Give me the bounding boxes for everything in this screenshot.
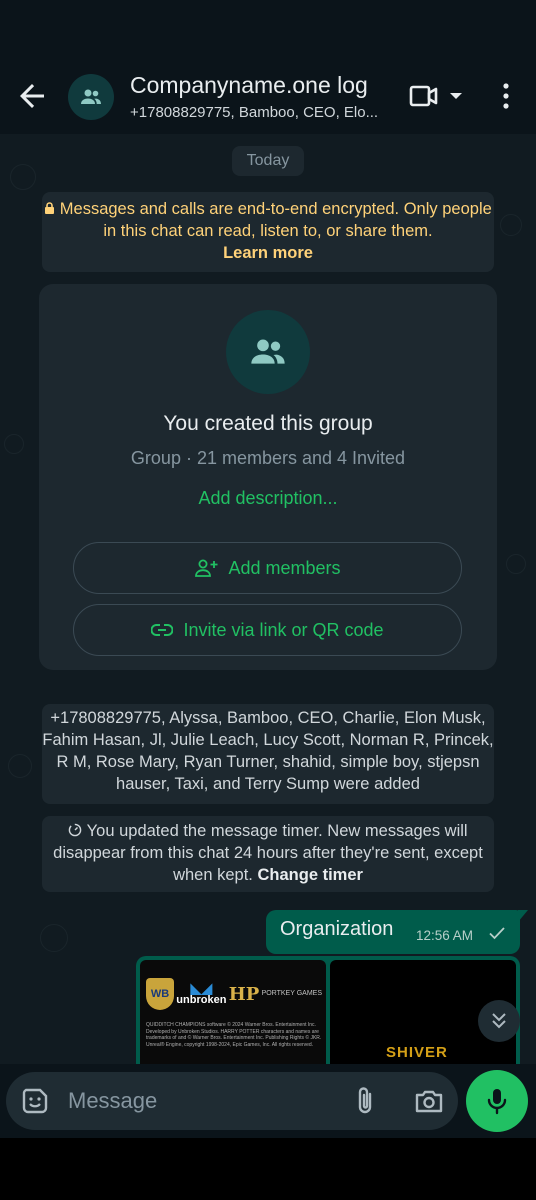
unbroken-logo: ◣◢ unbroken (176, 980, 227, 1006)
paperclip-icon[interactable] (352, 1086, 380, 1116)
message-input[interactable]: Message (68, 1088, 157, 1114)
change-timer-link[interactable]: Change timer (257, 866, 362, 884)
members-added-notice: +17808829775, Alyssa, Bamboo, CEO, Charl… (42, 704, 494, 804)
encryption-notice[interactable]: Messages and calls are end-to-end encryp… (42, 192, 494, 272)
chat-header: Companyname.one log +17808829775, Bamboo… (0, 58, 536, 134)
group-member-count: Group · 21 members and 4 Invited (130, 448, 406, 468)
check-icon (489, 927, 505, 940)
shiver-logo: SHIVER (386, 1044, 448, 1061)
wb-logo: WB (146, 978, 174, 1010)
chat-title[interactable]: Companyname.one log (130, 72, 368, 99)
wallpaper-doodle (500, 214, 522, 236)
legal-fine-print: QUIDDITCH CHAMPIONS software © 2024 Warn… (146, 1022, 322, 1048)
mic-icon (487, 1089, 507, 1115)
wallpaper-doodle (4, 434, 24, 454)
camera-icon[interactable] (414, 1087, 444, 1115)
more-options-button[interactable] (494, 80, 518, 112)
group-avatar-large[interactable] (226, 310, 310, 394)
album-image-credits[interactable]: WB ◣◢ unbroken HP PORTKEY GAMES QUIDDITCH… (140, 960, 326, 1064)
group-created-title: You created this group (163, 412, 373, 435)
learn-more-link[interactable]: Learn more (42, 242, 494, 264)
publisher-logos: WB ◣◢ unbroken HP PORTKEY GAMES (146, 974, 322, 1014)
lock-icon (45, 202, 55, 214)
voice-message-button[interactable] (466, 1070, 528, 1132)
invite-label: Invite via link or QR code (183, 619, 384, 640)
video-call-button[interactable] (408, 80, 464, 112)
chat-area[interactable]: Today Messages and calls are end-to-end … (0, 134, 536, 1064)
date-chip: Today (232, 146, 304, 176)
encryption-text: Messages and calls are end-to-end encryp… (59, 200, 492, 240)
add-person-icon (195, 559, 218, 577)
group-avatar[interactable] (68, 74, 114, 120)
message-text: Organization (280, 918, 394, 940)
add-members-label: Add members (228, 557, 341, 578)
system-navigation-bar (0, 1138, 536, 1200)
scroll-to-bottom-button[interactable] (478, 1000, 520, 1042)
back-button[interactable] (14, 78, 50, 114)
add-description-link[interactable]: Add description... (39, 488, 497, 509)
outgoing-message[interactable]: Organization 12:56 AM (266, 910, 528, 954)
add-members-button[interactable]: Add members (73, 542, 462, 594)
message-timer-notice[interactable]: You updated the message timer. New messa… (42, 816, 494, 892)
message-input-pill[interactable]: Message (6, 1072, 458, 1130)
sticker-icon[interactable] (20, 1086, 50, 1116)
link-icon (151, 624, 174, 636)
more-vertical-icon (503, 83, 509, 109)
timer-icon (69, 823, 82, 837)
caret-down-icon (450, 93, 462, 99)
portkey-logo: PORTKEY GAMES (261, 990, 322, 997)
wallpaper-doodle (8, 754, 32, 778)
status-bar (0, 0, 536, 58)
hp-logo: HP (228, 983, 260, 1005)
wallpaper-doodle (10, 164, 36, 190)
group-icon (251, 339, 285, 364)
image-album-message[interactable]: WB ◣◢ unbroken HP PORTKEY GAMES QUIDDITCH… (136, 956, 520, 1064)
double-chevron-down-icon (492, 1013, 506, 1029)
invite-link-button[interactable]: Invite via link or QR code (73, 604, 462, 656)
arrow-left-icon (20, 84, 44, 108)
wallpaper-doodle (506, 554, 526, 574)
group-icon (81, 89, 101, 104)
message-time: 12:56 AM (416, 928, 474, 943)
chat-subtitle[interactable]: +17808829775, Bamboo, CEO, Elo... (130, 104, 392, 121)
video-camera-icon (409, 85, 438, 107)
group-info-card: You created this group Group · 21 member… (39, 284, 497, 670)
wallpaper-doodle (40, 924, 68, 952)
composer-bar: Message (0, 1064, 536, 1138)
